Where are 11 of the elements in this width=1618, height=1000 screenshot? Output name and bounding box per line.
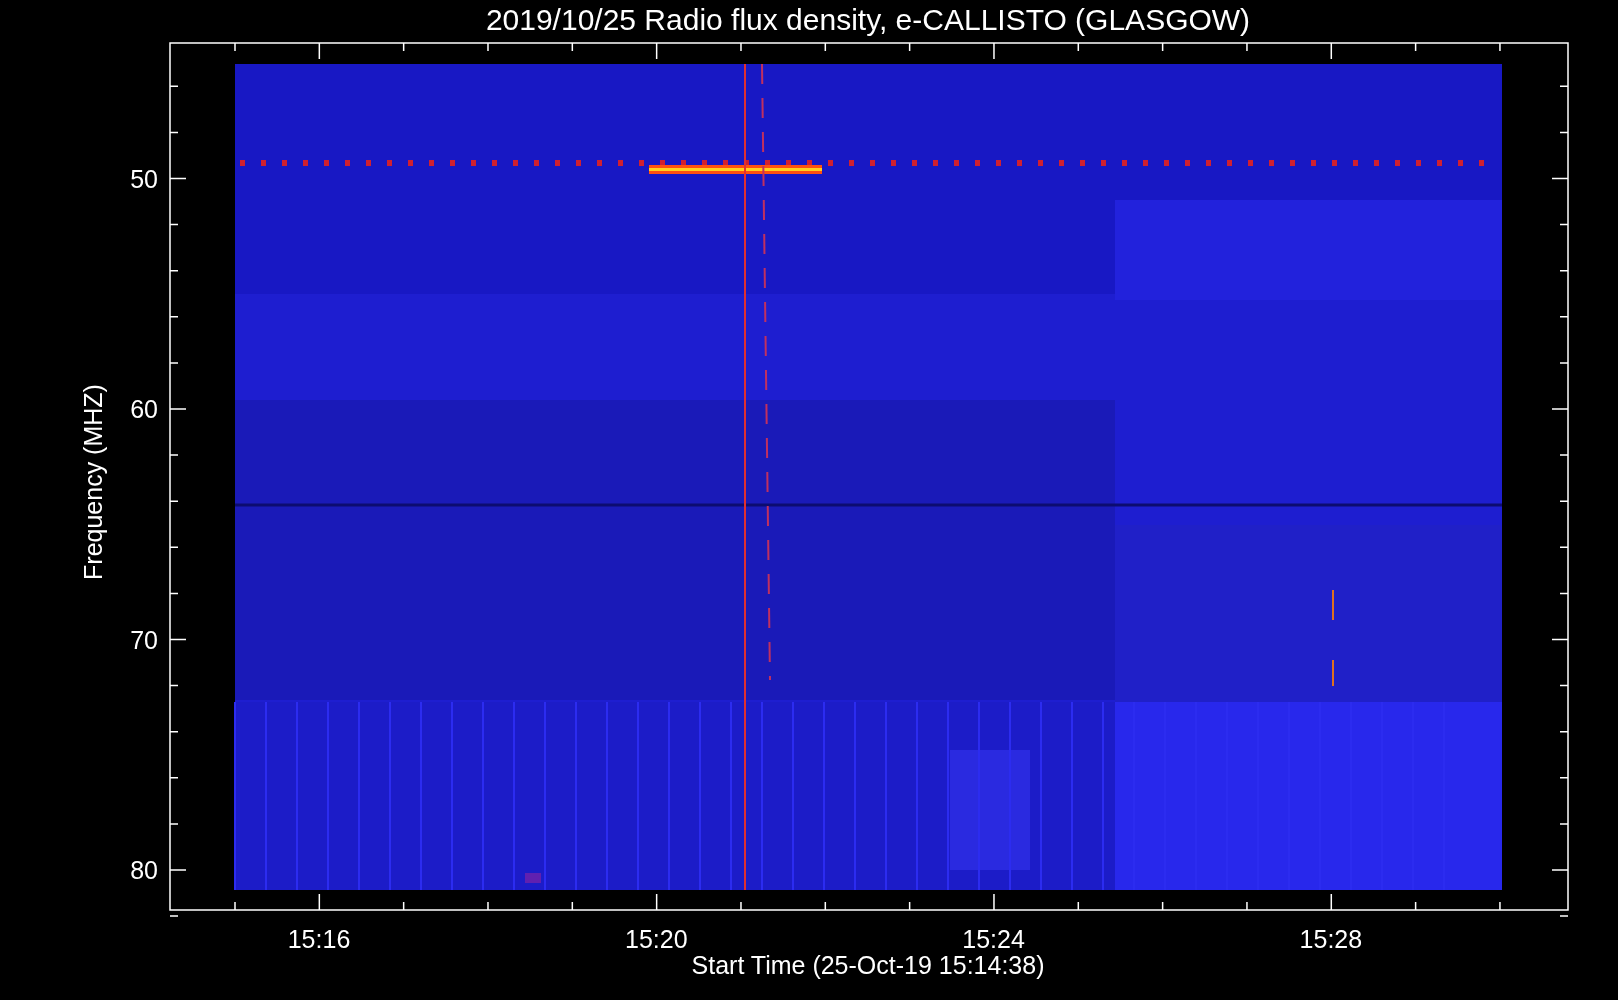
x-tick-label: 15:20 (625, 925, 688, 953)
y-tick-label: 50 (130, 164, 158, 193)
x-tick-label: 15:16 (287, 925, 351, 953)
x-axis-label: Start Time (25-Oct-19 15:14:38) (691, 951, 1045, 979)
y-tick-label: 80 (130, 856, 158, 884)
x-tick-label: 15:24 (962, 925, 1025, 953)
y-tick-label: 70 (130, 625, 158, 654)
y-tick-label: 60 (130, 395, 158, 423)
x-tick-label: 15:28 (1299, 925, 1363, 953)
chart-title: 2019/10/25 Radio flux density, e-CALLISTO (GLASGOW) (485, 3, 1251, 36)
y-axis-label: Frequency (MHZ) (79, 384, 107, 580)
